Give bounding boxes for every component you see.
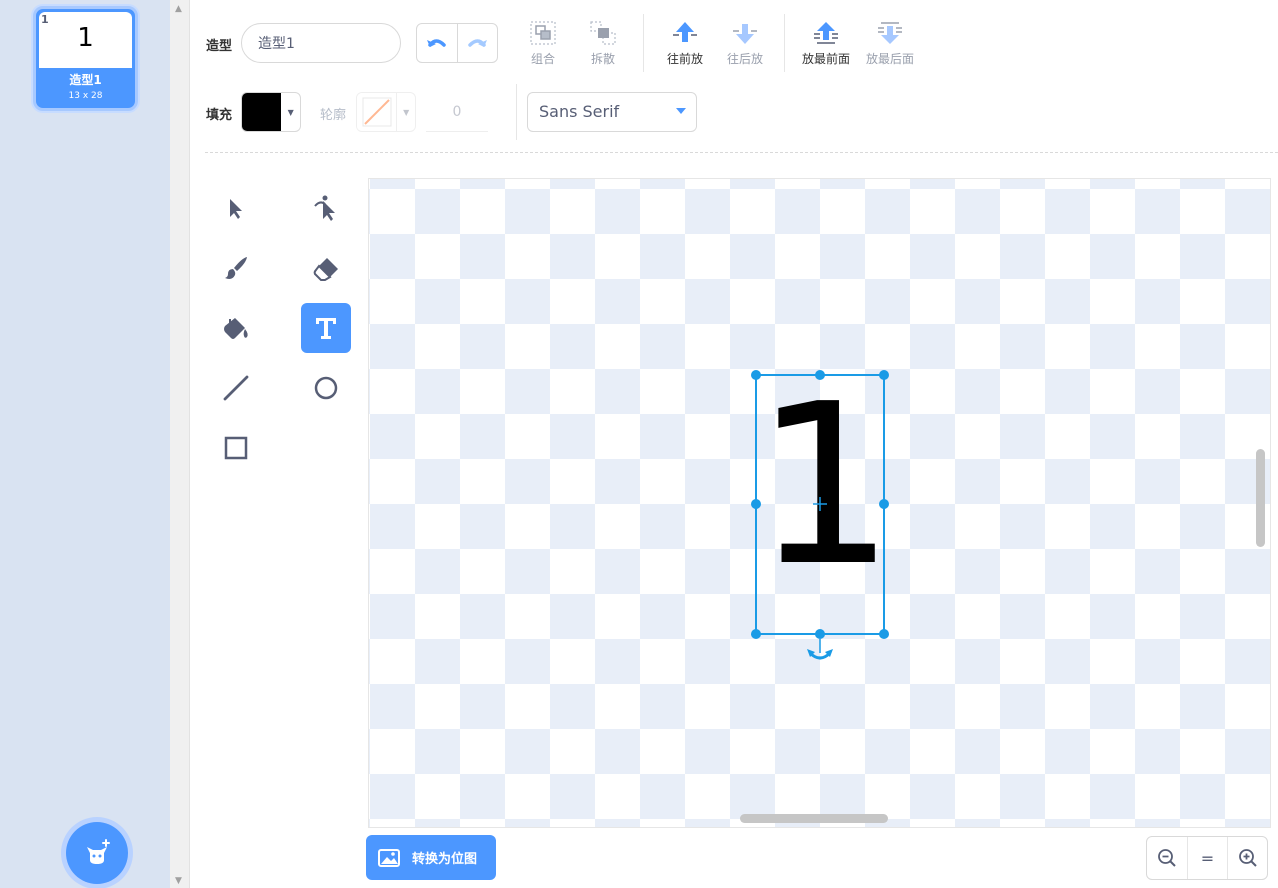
toolbar-divider (643, 14, 644, 72)
forward-label: 往前放 (666, 52, 703, 66)
drawing-canvas[interactable]: 1 (368, 178, 1271, 828)
dropdown-arrow-icon: ▼ (287, 107, 294, 117)
ungroup-icon (590, 21, 616, 45)
undo-button[interactable] (417, 24, 457, 62)
resize-handle[interactable] (751, 370, 761, 380)
scroll-down-icon[interactable]: ▼ (175, 876, 182, 886)
brush-icon (225, 257, 247, 279)
font-dropdown-value: Sans Serif (539, 102, 620, 121)
costume-size: 13 x 28 (68, 91, 103, 101)
resize-handle[interactable] (879, 499, 889, 509)
costume-label: 造型 (206, 39, 233, 54)
chevron-down-icon (676, 108, 686, 114)
resize-handle[interactable] (879, 629, 889, 639)
resize-handle[interactable] (815, 370, 825, 380)
font-dropdown[interactable]: Sans Serif (527, 92, 697, 132)
circle-tool[interactable] (301, 363, 351, 413)
eraser-icon (313, 258, 338, 281)
reshape-tool[interactable] (301, 183, 351, 233)
ungroup-label: 拆散 (590, 52, 615, 66)
fill-color-picker[interactable]: ▼ (241, 92, 301, 132)
line-tool[interactable] (211, 363, 261, 413)
rotate-handle-icon[interactable] (807, 639, 833, 660)
toolbar-divider (784, 14, 785, 72)
backward-label: 往后放 (726, 52, 763, 66)
add-costume-button[interactable] (66, 822, 128, 884)
toolbar-separator (205, 152, 1278, 153)
arrow-up-icon (673, 22, 697, 42)
resize-handle[interactable] (879, 370, 889, 380)
bring-to-front-label: 放最前面 (801, 52, 850, 66)
costume-tile[interactable]: 1 1 造型1 13 x 28 (33, 6, 138, 111)
zoom-out-button[interactable] (1147, 837, 1187, 879)
outline-width-input[interactable]: 0 (426, 92, 488, 132)
fill-tool[interactable] (211, 303, 261, 353)
text-tool[interactable] (301, 303, 351, 353)
select-tool[interactable] (211, 183, 261, 233)
circle-icon (314, 376, 338, 400)
canvas-vertical-scrollbar[interactable] (1256, 449, 1265, 547)
zoom-in-button[interactable] (1227, 837, 1267, 879)
bring-to-front-icon (814, 22, 838, 44)
costume-name: 造型1 (69, 73, 102, 87)
zoom-in-icon (1238, 849, 1257, 867)
rectangle-icon (224, 436, 248, 460)
undo-redo-group (416, 23, 498, 63)
costume-list: 1 1 造型1 13 x 28 (0, 0, 170, 888)
send-to-back-icon (878, 22, 902, 44)
send-to-back-label: 放最后面 (865, 52, 914, 66)
rectangle-tool[interactable] (211, 423, 261, 473)
outline-color-picker[interactable]: ▼ (356, 92, 416, 132)
selection-box (751, 370, 889, 660)
fill-label: 填充 (206, 108, 233, 123)
redo-icon (468, 39, 488, 47)
resize-handle[interactable] (815, 629, 825, 639)
send-to-back-button[interactable]: 放最后面 (860, 18, 920, 67)
costume-list-scrollbar[interactable]: ▲ ▼ (170, 0, 190, 888)
zoom-controls: = (1146, 836, 1268, 880)
outline-color-swatch (357, 93, 397, 131)
no-color-icon (362, 97, 392, 127)
brush-tool[interactable] (211, 243, 261, 293)
ungroup-button[interactable]: 拆散 (573, 18, 633, 67)
outline-label: 轮廓 (320, 108, 347, 123)
zoom-reset-button[interactable]: = (1187, 837, 1227, 879)
fill-color-swatch (242, 93, 282, 131)
center-crosshair-icon (813, 497, 827, 511)
undo-icon (426, 39, 446, 47)
resize-handle[interactable] (751, 629, 761, 639)
convert-to-bitmap-button[interactable]: 转换为位图 (366, 835, 496, 880)
redo-button[interactable] (456, 24, 497, 62)
cat-plus-icon (87, 839, 110, 864)
zoom-out-icon (1158, 849, 1176, 867)
backward-button[interactable]: 往后放 (715, 18, 775, 67)
select-arrow-icon (230, 199, 242, 219)
group-button[interactable]: 组合 (513, 18, 573, 67)
text-t-icon (316, 318, 336, 339)
costume-name-input[interactable] (241, 23, 401, 63)
canvas-horizontal-scrollbar[interactable] (740, 814, 888, 823)
image-icon (378, 848, 400, 867)
group-label: 组合 (530, 52, 555, 66)
paint-bucket-icon (224, 318, 248, 339)
costume-thumbnail-glyph: 1 (77, 23, 94, 53)
convert-to-bitmap-label: 转换为位图 (412, 852, 478, 867)
scroll-up-icon[interactable]: ▲ (175, 4, 182, 14)
zoom-reset-label: = (1200, 848, 1215, 868)
group-icon (530, 21, 556, 45)
reshape-icon (314, 195, 335, 221)
paint-editor: 1 1 造型1 13 x 28 ▲ ▼ 造型 造型1 组合 拆散 往前放 往后放… (0, 0, 1278, 888)
line-icon (223, 375, 249, 401)
arrow-down-icon (733, 24, 757, 44)
dropdown-arrow-icon: ▼ (396, 93, 415, 131)
resize-handle[interactable] (751, 499, 761, 509)
eraser-tool[interactable] (301, 243, 351, 293)
toolbar-divider (516, 84, 517, 140)
bring-to-front-button[interactable]: 放最前面 (796, 18, 856, 67)
forward-button[interactable]: 往前放 (655, 18, 715, 67)
